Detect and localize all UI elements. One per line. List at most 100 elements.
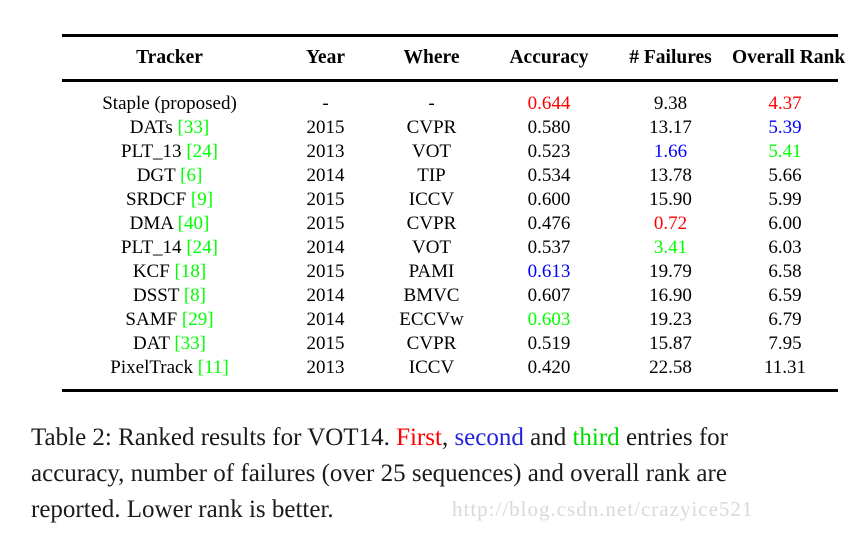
table-caption: Table 2: Ranked results for VOT14. First…	[31, 420, 821, 528]
citation-link[interactable]: [18]	[175, 261, 207, 282]
table-body: Staple (proposed) - -0.644 9.38 4.37 DATs [33…	[62, 81, 838, 391]
cell-accuracy: 0.580	[527, 117, 571, 138]
cell-failures: 13.78	[649, 165, 692, 186]
cell-tracker: SAMF [29]	[62, 308, 277, 332]
cell-overall-rank: 6.59	[768, 285, 802, 306]
cell-where: -	[428, 93, 435, 114]
cell-where: VOT	[411, 141, 452, 162]
tracker-name: PLT_14	[121, 237, 182, 258]
cell-failures: 1.66	[653, 141, 688, 162]
tracker-name: Staple (proposed)	[102, 93, 237, 114]
citation-link[interactable]: [29]	[182, 309, 214, 330]
cell-overall-rank: 5.66	[768, 165, 802, 186]
column-header-tracker: Tracker	[136, 47, 203, 68]
tracker-name: SAMF	[125, 309, 178, 330]
table-header-row: Tracker Year Where Accuracy # Failures O…	[62, 35, 846, 81]
tracker-name: PLT_13	[121, 141, 182, 162]
cell-failures: 15.87	[649, 333, 692, 354]
citation-link[interactable]: [33]	[178, 117, 210, 138]
cell-accuracy: 0.537	[527, 237, 571, 258]
cell-tracker: DMA [40]	[62, 212, 277, 236]
cell-tracker: SRDCF [9]	[62, 188, 277, 212]
cell-where: BMVC	[403, 285, 460, 306]
citation-link[interactable]: [9]	[191, 189, 213, 210]
table-row: SAMF [29] 2014 ECCVw 0.603 19.23 6.79	[62, 308, 838, 332]
column-header-overall-rank: Overall Rank	[732, 47, 846, 68]
cell-accuracy: 0.607	[527, 285, 571, 306]
cell-overall-rank: 4.37	[768, 93, 802, 114]
table-row: SRDCF [9] 2015 ICCV 0.600 15.90 5.99	[62, 188, 838, 212]
cell-tracker: PixelTrack [11]	[62, 356, 277, 391]
cell-where: VOT	[411, 237, 452, 258]
cell-year: 2014	[306, 237, 345, 258]
cell-accuracy: 0.420	[527, 357, 571, 378]
cell-accuracy: 0.534	[527, 165, 571, 186]
cell-where: PAMI	[408, 261, 455, 282]
citation-link[interactable]: [6]	[180, 165, 202, 186]
citation-link[interactable]: [11]	[198, 357, 229, 378]
cell-failures: 19.23	[649, 309, 692, 330]
cell-year: 2015	[306, 213, 345, 234]
column-header-year: Year	[306, 47, 345, 68]
citation-link[interactable]: [24]	[186, 141, 218, 162]
column-header-failures: # Failures	[629, 47, 712, 68]
cell-year: 2013	[306, 357, 345, 378]
cell-year: 2014	[306, 285, 345, 306]
tracker-name: DGT	[136, 165, 176, 186]
cell-accuracy: 0.600	[527, 189, 571, 210]
table-row: KCF [18] 2015 PAMI 0.613 19.79 6.58	[62, 260, 838, 284]
tracker-name: SRDCF	[125, 189, 187, 210]
table-row: DAT [33] 2015 CVPR 0.519 15.87 7.95	[62, 332, 838, 356]
cell-failures: 3.41	[653, 237, 688, 258]
table-row: DATs [33] 2015 CVPR 0.580 13.17 5.39	[62, 116, 838, 140]
cell-failures: 0.72	[653, 213, 688, 234]
cell-year: 2013	[306, 141, 345, 162]
cell-overall-rank: 5.99	[768, 189, 802, 210]
caption-third-keyword: third	[572, 424, 620, 451]
cell-where: CVPR	[406, 213, 457, 234]
tracker-name: DSST	[132, 285, 180, 306]
cell-overall-rank: 6.03	[768, 237, 802, 258]
cell-where: ICCV	[408, 357, 455, 378]
cell-year: 2015	[306, 333, 345, 354]
cell-year: 2015	[306, 261, 345, 282]
cell-tracker: DGT [6]	[62, 164, 277, 188]
table-row: DMA [40] 2015 CVPR 0.476 0.72 6.00	[62, 212, 838, 236]
cell-failures: 22.58	[649, 357, 692, 378]
cell-year: -	[322, 93, 329, 114]
caption-first-keyword: First	[396, 424, 442, 451]
cell-accuracy: 0.613	[527, 261, 571, 282]
cell-where: CVPR	[406, 117, 457, 138]
caption-second-keyword: second	[454, 424, 524, 451]
cell-failures: 16.90	[649, 285, 692, 306]
cell-year: 2015	[306, 117, 345, 138]
table-header: Tracker Year Where Accuracy # Failures O…	[62, 35, 846, 81]
cell-tracker: PLT_13 [24]	[62, 140, 277, 164]
caption-text-1: Ranked results for VOT14.	[111, 424, 397, 451]
citation-link[interactable]: [8]	[184, 285, 206, 306]
tracker-name: DMA	[129, 213, 173, 234]
cell-accuracy: 0.644	[527, 93, 571, 114]
caption-label: Table 2:	[31, 424, 112, 451]
cell-where: ECCVw	[399, 309, 464, 330]
results-table: Tracker Year Where Accuracy # Failures O…	[62, 34, 846, 392]
caption-comma: ,	[441, 424, 455, 451]
citation-link[interactable]: [24]	[186, 237, 218, 258]
cell-failures: 9.38	[653, 93, 688, 114]
citation-link[interactable]: [40]	[178, 213, 210, 234]
table-row: PLT_13 [24] 2013 VOT 0.523 1.66 5.41	[62, 140, 838, 164]
cell-overall-rank: 7.95	[768, 333, 802, 354]
cell-overall-rank: 6.00	[768, 213, 802, 234]
results-table-container: Tracker Year Where Accuracy # Failures O…	[62, 34, 846, 392]
cell-where: CVPR	[406, 333, 457, 354]
cell-tracker: PLT_14 [24]	[62, 236, 277, 260]
cell-failures: 13.17	[649, 117, 692, 138]
column-header-where: Where	[403, 47, 460, 68]
cell-failures: 19.79	[649, 261, 692, 282]
citation-link[interactable]: [33]	[174, 333, 206, 354]
table-row: DSST [8] 2014 BMVC 0.607 16.90 6.59	[62, 284, 838, 308]
cell-year: 2015	[306, 189, 345, 210]
column-header-accuracy: Accuracy	[509, 47, 589, 68]
cell-tracker: DSST [8]	[62, 284, 277, 308]
cell-overall-rank: 5.39	[768, 117, 802, 138]
